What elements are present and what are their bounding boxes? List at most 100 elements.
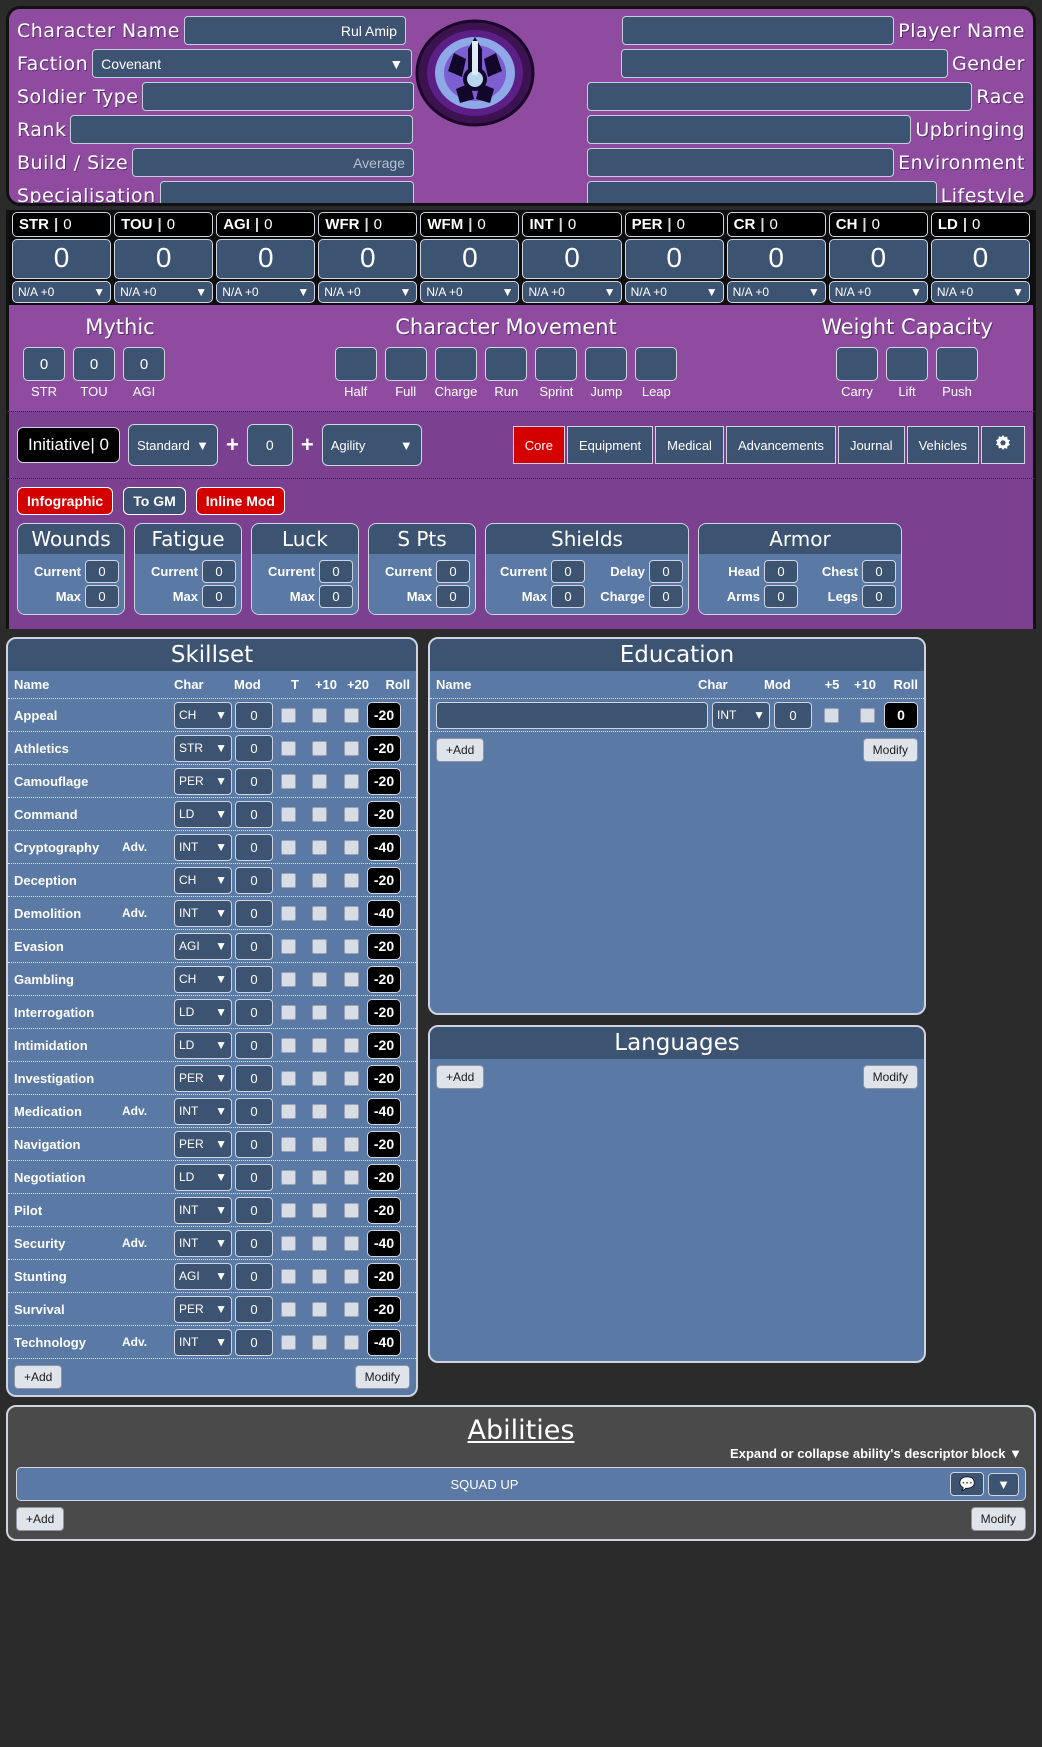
status-input[interactable]: 0 <box>319 560 353 583</box>
skill-mod-input[interactable]: 0 <box>235 965 273 993</box>
skill-plus10-checkbox[interactable] <box>311 1070 327 1086</box>
skill-plus20-checkbox[interactable] <box>343 1235 359 1251</box>
skill-plus10-checkbox[interactable] <box>311 773 327 789</box>
chevron-down-icon[interactable]: ▼ <box>1009 1446 1022 1461</box>
status-input[interactable]: 0 <box>85 585 119 608</box>
chip-infographic[interactable]: Infographic <box>17 487 114 515</box>
skill-roll-button[interactable]: -40 <box>367 1328 401 1356</box>
languages-modify-button[interactable]: Modify <box>862 1065 918 1089</box>
characteristic-modifier-select[interactable]: N/A +0 ▼ <box>216 281 316 303</box>
weight-input[interactable] <box>836 347 878 381</box>
status-input[interactable]: 0 <box>862 585 896 608</box>
skill-plus10-checkbox[interactable] <box>311 938 327 954</box>
skill-plus10-checkbox[interactable] <box>311 1235 327 1251</box>
skill-trained-checkbox[interactable] <box>280 938 296 954</box>
input-race[interactable] <box>587 82 973 111</box>
skill-characteristic-select[interactable]: CH ▼ <box>174 701 232 729</box>
mythic-input[interactable]: 0 <box>73 347 115 381</box>
movement-input[interactable] <box>485 347 528 381</box>
education-plus5-checkbox[interactable] <box>823 707 839 723</box>
skill-plus20-checkbox[interactable] <box>343 938 359 954</box>
select-faction[interactable]: Covenant ▼ <box>92 49 413 78</box>
tab-equipment[interactable]: Equipment <box>566 426 654 464</box>
movement-input[interactable] <box>535 347 578 381</box>
education-roll-button[interactable]: 0 <box>884 701 918 729</box>
skill-mod-input[interactable]: 0 <box>235 998 273 1026</box>
skill-plus10-checkbox[interactable] <box>311 971 327 987</box>
skill-characteristic-select[interactable]: CH ▼ <box>174 866 232 894</box>
skill-plus20-checkbox[interactable] <box>343 1268 359 1284</box>
skill-plus20-checkbox[interactable] <box>343 1103 359 1119</box>
skill-mod-input[interactable]: 0 <box>235 1196 273 1224</box>
characteristic-value[interactable]: 0 <box>828 239 928 279</box>
skill-plus20-checkbox[interactable] <box>343 839 359 855</box>
movement-input[interactable] <box>635 347 678 381</box>
status-input[interactable]: 0 <box>202 560 236 583</box>
characteristic-modifier-select[interactable]: N/A +0 ▼ <box>114 281 214 303</box>
skill-trained-checkbox[interactable] <box>280 971 296 987</box>
skill-plus10-checkbox[interactable] <box>311 1103 327 1119</box>
skill-plus20-checkbox[interactable] <box>343 1301 359 1317</box>
skill-roll-button[interactable]: -20 <box>367 1031 401 1059</box>
characteristic-value[interactable]: 0 <box>420 239 520 279</box>
status-input[interactable]: 0 <box>551 560 585 583</box>
education-mod-input[interactable]: 0 <box>774 701 812 729</box>
skill-roll-button[interactable]: -20 <box>367 1295 401 1323</box>
status-input[interactable]: 0 <box>764 560 798 583</box>
characteristic-value[interactable]: 0 <box>216 239 316 279</box>
skill-mod-input[interactable]: 0 <box>235 932 273 960</box>
chip-to-gm[interactable]: To GM <box>123 487 186 515</box>
movement-input[interactable] <box>334 347 377 381</box>
languages-add-button[interactable]: +Add <box>436 1065 485 1089</box>
skill-roll-button[interactable]: -20 <box>367 800 401 828</box>
skill-roll-button[interactable]: -20 <box>367 1163 401 1191</box>
tab-journal[interactable]: Journal <box>837 426 905 464</box>
status-input[interactable]: 0 <box>862 560 896 583</box>
skill-plus20-checkbox[interactable] <box>343 905 359 921</box>
skill-mod-input[interactable]: 0 <box>235 1097 273 1125</box>
skill-trained-checkbox[interactable] <box>280 1103 296 1119</box>
skill-trained-checkbox[interactable] <box>280 773 296 789</box>
skill-roll-button[interactable]: -20 <box>367 734 401 762</box>
skill-plus20-checkbox[interactable] <box>343 1202 359 1218</box>
skill-plus20-checkbox[interactable] <box>343 773 359 789</box>
skill-characteristic-select[interactable]: LD ▼ <box>174 800 232 828</box>
skill-mod-input[interactable]: 0 <box>235 1064 273 1092</box>
movement-input[interactable] <box>384 347 427 381</box>
status-input[interactable]: 0 <box>649 585 683 608</box>
characteristic-modifier-select[interactable]: N/A +0 ▼ <box>726 281 826 303</box>
skill-trained-checkbox[interactable] <box>280 1202 296 1218</box>
tab-medical[interactable]: Medical <box>655 426 724 464</box>
education-characteristic-select[interactable]: INT ▼ <box>712 701 770 729</box>
characteristic-value[interactable]: 0 <box>318 239 418 279</box>
tab-vehicles[interactable]: Vehicles <box>906 426 979 464</box>
mythic-input[interactable]: 0 <box>123 347 165 381</box>
status-input[interactable]: 0 <box>319 585 353 608</box>
skill-characteristic-select[interactable]: INT ▼ <box>174 833 232 861</box>
input-player-name[interactable] <box>622 16 895 45</box>
skill-mod-input[interactable]: 0 <box>235 866 273 894</box>
skill-roll-button[interactable]: -20 <box>367 998 401 1026</box>
education-name-input[interactable] <box>436 701 708 729</box>
skill-plus20-checkbox[interactable] <box>343 1004 359 1020</box>
skill-mod-input[interactable]: 0 <box>235 1130 273 1158</box>
skillset-modify-button[interactable]: Modify <box>354 1365 410 1389</box>
characteristic-value[interactable]: 0 <box>522 239 622 279</box>
tab-advancements[interactable]: Advancements <box>725 426 836 464</box>
skill-characteristic-select[interactable]: AGI ▼ <box>174 932 232 960</box>
characteristic-value[interactable]: 0 <box>930 239 1030 279</box>
skill-roll-button[interactable]: -20 <box>367 866 401 894</box>
skill-characteristic-select[interactable]: INT ▼ <box>174 899 232 927</box>
skill-characteristic-select[interactable]: LD ▼ <box>174 998 232 1026</box>
skill-trained-checkbox[interactable] <box>280 806 296 822</box>
characteristic-value[interactable]: 0 <box>114 239 214 279</box>
skill-roll-button[interactable]: -40 <box>367 899 401 927</box>
status-input[interactable]: 0 <box>85 560 119 583</box>
status-input[interactable]: 0 <box>202 585 236 608</box>
skill-roll-button[interactable]: -20 <box>367 1196 401 1224</box>
skill-roll-button[interactable]: -20 <box>367 932 401 960</box>
skill-roll-button[interactable]: -20 <box>367 1064 401 1092</box>
skill-characteristic-select[interactable]: CH ▼ <box>174 965 232 993</box>
skill-mod-input[interactable]: 0 <box>235 701 273 729</box>
skill-mod-input[interactable]: 0 <box>235 1229 273 1257</box>
